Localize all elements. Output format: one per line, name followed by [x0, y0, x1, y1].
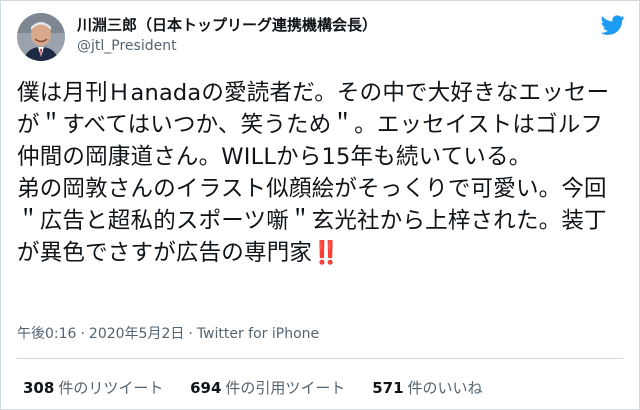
meta-separator: · [80, 326, 85, 342]
user-handle[interactable]: @jtl_President [77, 36, 377, 56]
tweet-time[interactable]: 午後0:16 [17, 326, 76, 342]
tweet-date[interactable]: 2020年5月2日 [89, 326, 184, 342]
likes-label: 件のいいね [407, 379, 483, 397]
double-exclamation-emoji-icon: ‼️ [312, 240, 340, 266]
meta-separator: · [188, 326, 193, 342]
divider [17, 358, 623, 359]
retweets-count: 308 [23, 379, 55, 397]
avatar-photo-icon [17, 13, 65, 61]
quotes-label: 件の引用ツイート [225, 379, 346, 397]
retweets-label: 件のリツイート [58, 379, 164, 397]
twitter-bird-icon[interactable] [600, 13, 625, 37]
tweet-body: 僕は月刊Ｈanadaの愛読者だ。その中で大好きなエッセーが＂すべてはいつか、笑う… [17, 80, 610, 266]
retweets-stat[interactable]: 308 件のリツイート [23, 377, 163, 398]
tweet-stats: 308 件のリツイート 694 件の引用ツイート 571 件のいいね [23, 377, 505, 398]
tweet-source[interactable]: Twitter for iPhone [197, 326, 319, 342]
tweet-card: 川淵三郎（日本トップリーグ連携機構会長） @jtl_President 僕は月刊… [0, 0, 640, 410]
tweet-header: 川淵三郎（日本トップリーグ連携機構会長） @jtl_President [17, 13, 625, 61]
user-names: 川淵三郎（日本トップリーグ連携機構会長） @jtl_President [77, 15, 377, 56]
tweet-text: 僕は月刊Ｈanadaの愛読者だ。その中で大好きなエッセーが＂すべてはいつか、笑う… [17, 77, 623, 269]
likes-count: 571 [372, 379, 404, 397]
quotes-stat[interactable]: 694 件の引用ツイート [190, 377, 345, 398]
quotes-count: 694 [190, 379, 222, 397]
tweet-meta: 午後0:16 · 2020年5月2日 · Twitter for iPhone [17, 323, 319, 343]
avatar[interactable] [17, 13, 65, 61]
display-name[interactable]: 川淵三郎（日本トップリーグ連携機構会長） [77, 15, 377, 35]
likes-stat[interactable]: 571 件のいいね [372, 377, 482, 398]
